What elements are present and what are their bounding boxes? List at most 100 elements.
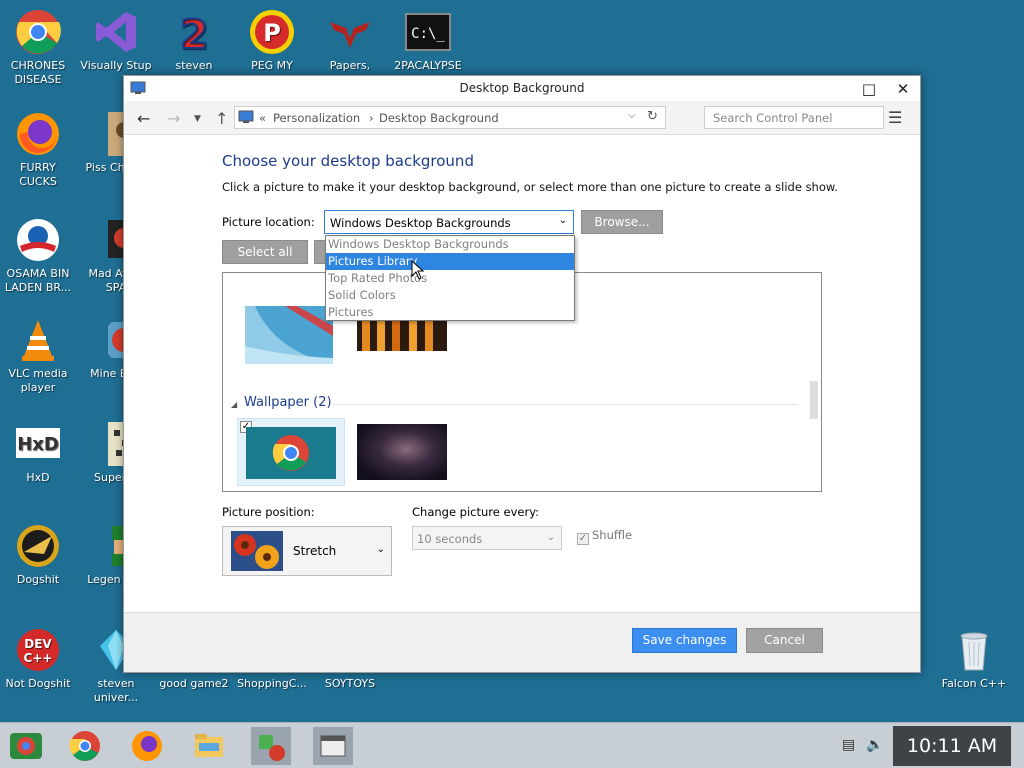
- desktop-icon-label: ShoppingC...: [237, 677, 307, 690]
- desktop-icon-falcon-cpp[interactable]: Falcon C++: [936, 626, 1012, 691]
- desktop-icon-label: HxD: [26, 471, 50, 484]
- recent-locations-chevron-icon[interactable]: ▼: [194, 114, 201, 124]
- picture-position-label: Picture position:: [222, 505, 315, 519]
- flower-preview-icon: [231, 531, 283, 571]
- title-bar[interactable]: Desktop Background □ ✕: [124, 76, 920, 101]
- breadcrumb-separator: ›: [369, 111, 374, 125]
- file-explorer-icon[interactable]: [189, 727, 229, 765]
- browse-button[interactable]: Browse...: [581, 210, 663, 234]
- wallpaper-tile-selected[interactable]: ✓: [237, 418, 345, 486]
- firefox-icon: [17, 113, 59, 155]
- shuffle-checkbox[interactable]: ✓ Shuffle: [577, 528, 632, 545]
- scrollbar-thumb[interactable]: [810, 381, 818, 419]
- desktop-background-window: Desktop Background □ ✕ ← → ▼ ↑ « Persona…: [123, 75, 921, 673]
- search-input[interactable]: Search Control Panel: [704, 106, 884, 129]
- desktop-icon-2pacalypse[interactable]: C:\_ 2PACALYPSE: [390, 8, 466, 73]
- desktop-icon-visual-studio[interactable]: Visually Stup: [78, 8, 154, 73]
- change-picture-every-select[interactable]: 10 seconds ⌄: [412, 526, 562, 550]
- svg-text:C:\_: C:\_: [411, 26, 445, 42]
- menu-icon[interactable]: ☰: [888, 108, 902, 127]
- desktop-icon-not-dogshit[interactable]: DEV C++ Not Dogshit: [0, 626, 76, 691]
- desktop-icon-hxd[interactable]: HxD HxD: [0, 420, 76, 485]
- desktop-icon-label: Visually Stup: [80, 59, 152, 72]
- dropdown-option[interactable]: Top Rated Photos: [326, 270, 574, 287]
- back-arrow-icon[interactable]: ←: [137, 109, 150, 128]
- papers-icon: [330, 22, 370, 48]
- cancel-button[interactable]: Cancel: [746, 628, 823, 653]
- desktop-icon-dogshit[interactable]: Dogshit: [0, 522, 76, 587]
- breadcrumb-overflow[interactable]: «: [259, 111, 266, 125]
- picture-location-dropdown-list[interactable]: Windows Desktop Backgrounds Pictures Lib…: [325, 235, 575, 321]
- desktop-icon-label: 2PACALYPSE: [394, 59, 462, 72]
- change-picture-every-label: Change picture every:: [412, 505, 540, 519]
- wallpaper-thumbnail[interactable]: [245, 306, 333, 364]
- chrome-icon[interactable]: [65, 727, 105, 765]
- desktop-icon-papers[interactable]: Papers,: [312, 8, 388, 73]
- mouse-cursor-icon: [411, 260, 425, 280]
- vlc-icon: [22, 320, 54, 361]
- address-bar[interactable]: « Personalization › Desktop Background ⌵…: [234, 106, 666, 129]
- maximize-button[interactable]: □: [852, 76, 886, 101]
- desktop-icon-label: CHRONES DISEASE: [10, 59, 66, 86]
- chevron-down-icon: ⌄: [376, 544, 385, 555]
- breadcrumb-desktop-background[interactable]: Desktop Background: [379, 111, 499, 125]
- chevron-down-icon: ⌄: [546, 532, 555, 543]
- shuffle-label: Shuffle: [592, 528, 633, 542]
- desktop-icon-furry-cucks[interactable]: FURRY CUCKS: [0, 110, 76, 189]
- change-picture-every-value: 10 seconds: [417, 532, 483, 546]
- cmd-icon: C:\_: [405, 13, 451, 51]
- dropdown-option[interactable]: Pictures: [326, 304, 574, 321]
- visual-studio-icon: [96, 12, 136, 52]
- obama-icon: [17, 219, 59, 261]
- network-icon[interactable]: ▤: [842, 737, 855, 753]
- desktop-icon-label: FURRY CUCKS: [19, 161, 57, 188]
- steven-icon: 2: [179, 11, 209, 56]
- taskbar: ▤ 🔈 10:11 AM: [0, 722, 1024, 768]
- desktop-icon-label: OSAMA BIN LADEN BR...: [4, 267, 72, 294]
- desktop-icon-steven[interactable]: 2 steven: [156, 8, 232, 73]
- firefox-icon[interactable]: [127, 727, 167, 765]
- collapse-group-icon[interactable]: ◢: [231, 400, 237, 409]
- hxd-icon: HxD: [16, 428, 60, 458]
- desktop-icon-label: steven univer...: [93, 677, 139, 704]
- address-dropdown-chevron-icon[interactable]: ⌵: [628, 110, 636, 121]
- desktop-icon-label: VLC media player: [8, 367, 68, 394]
- desktop-icon-vlc[interactable]: VLC media player: [0, 316, 76, 395]
- dialog-footer: Save changes Cancel: [124, 612, 920, 672]
- chrome-icon: [16, 10, 61, 54]
- desktop-icon-label: Not Dogshit: [5, 677, 71, 690]
- picture-location-label: Picture location:: [222, 215, 315, 229]
- wallpaper-thumbnail[interactable]: [357, 424, 447, 480]
- page-title: Choose your desktop background: [222, 152, 474, 170]
- picture-position-value: Stretch: [293, 544, 337, 558]
- chevron-down-icon: ⌄: [558, 215, 567, 226]
- desktop-icon-label: SOYTOYS: [324, 677, 376, 690]
- save-changes-button[interactable]: Save changes: [632, 628, 737, 653]
- desktop-icon-osama[interactable]: OSAMA BIN LADEN BR...: [0, 216, 76, 295]
- select-all-button[interactable]: Select all: [222, 240, 308, 264]
- picture-position-select[interactable]: Stretch ⌄: [222, 526, 392, 576]
- dogshit-icon: [17, 525, 59, 567]
- dropdown-option[interactable]: Windows Desktop Backgrounds: [326, 236, 574, 253]
- devcpp-icon: DEV C++: [17, 629, 59, 671]
- breadcrumb-personalization[interactable]: Personalization: [273, 111, 360, 125]
- desktop-icon-label: good game2: [159, 677, 229, 690]
- window-app-icon[interactable]: [313, 727, 353, 765]
- picture-location-select[interactable]: Windows Desktop Backgrounds ⌄: [324, 210, 574, 234]
- navigation-bar: ← → ▼ ↑ « Personalization › Desktop Back…: [124, 101, 920, 135]
- desktop-icon-chrones-disease[interactable]: CHRONES DISEASE: [0, 8, 76, 87]
- refresh-icon[interactable]: ↻: [647, 109, 658, 124]
- desktop-icon-label: steven: [175, 59, 213, 72]
- svg-text:DEV: DEV: [24, 637, 52, 651]
- forward-arrow-icon[interactable]: →: [167, 109, 180, 128]
- close-button[interactable]: ✕: [886, 76, 920, 101]
- wallpaper-group-header[interactable]: Wallpaper (2): [244, 395, 332, 410]
- up-arrow-icon[interactable]: ↑: [215, 109, 228, 128]
- volume-icon[interactable]: 🔈: [866, 737, 883, 753]
- taskbar-clock[interactable]: 10:11 AM: [893, 726, 1011, 766]
- control-panel-icon[interactable]: [251, 727, 291, 765]
- start-icon[interactable]: [6, 727, 46, 765]
- picture-location-value: Windows Desktop Backgrounds: [330, 216, 511, 230]
- dropdown-option-highlighted[interactable]: Pictures Library: [326, 253, 574, 270]
- dropdown-option[interactable]: Solid Colors: [326, 287, 574, 304]
